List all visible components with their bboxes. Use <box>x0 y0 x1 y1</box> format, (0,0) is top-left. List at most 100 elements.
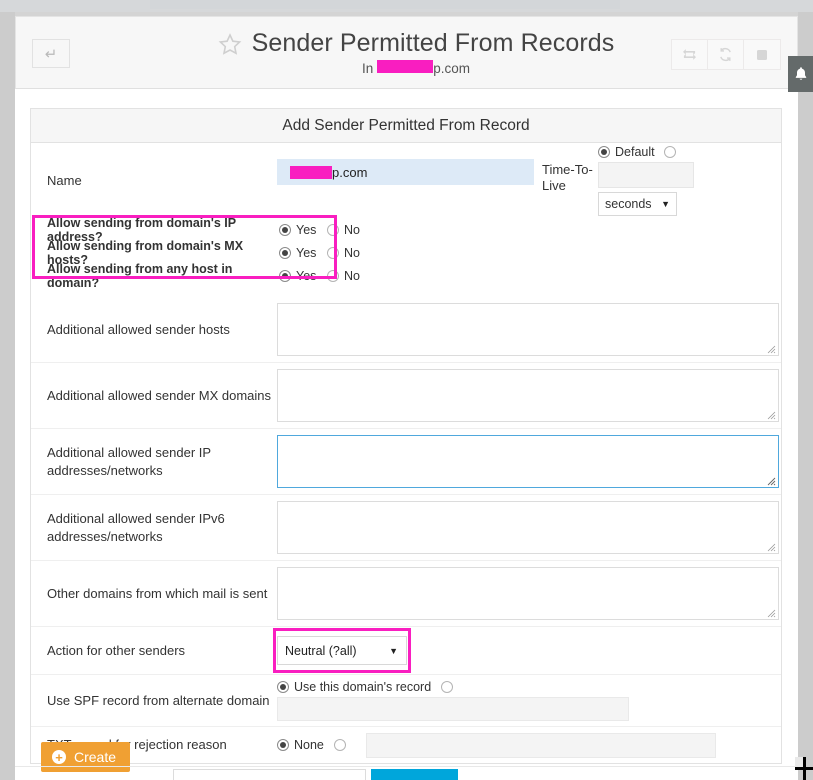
additional-ip-row: Additional allowed sender IP addresses/n… <box>31 429 781 495</box>
additional-hosts-textarea[interactable] <box>277 303 779 356</box>
header-button-group <box>671 39 781 70</box>
notifications-tab[interactable] <box>788 56 813 92</box>
spf-use-this-label: Use this domain's record <box>294 680 431 694</box>
additional-mx-label: Additional allowed sender MX domains <box>31 387 277 405</box>
ttl-value-input[interactable] <box>598 162 694 188</box>
bell-icon <box>794 66 808 82</box>
resize-grip-icon <box>767 477 776 486</box>
allow-ip-no[interactable]: No <box>327 223 374 237</box>
action-row: Action for other senders Neutral (?all) … <box>31 627 781 675</box>
page-gutter-right <box>798 12 813 780</box>
allow-mx-yes-label: Yes <box>296 246 316 260</box>
additional-mx-textarea[interactable] <box>277 369 779 422</box>
txt-none-radio[interactable] <box>277 739 289 751</box>
additional-ipv6-label: Additional allowed sender IPv6 addresses… <box>31 510 277 545</box>
page-subtitle: In p.com <box>166 60 666 76</box>
bottom-primary-button[interactable] <box>371 769 458 780</box>
chevron-down-icon: ▼ <box>661 199 670 209</box>
allow-ip-yes-label: Yes <box>296 223 316 237</box>
allow-mx-no[interactable]: No <box>327 246 374 260</box>
ttl-default-radio[interactable] <box>598 146 610 158</box>
add-record-panel: Add Sender Permitted From Record Name p.… <box>30 108 782 764</box>
name-input[interactable]: p.com <box>277 159 534 185</box>
mouse-cursor <box>795 757 813 780</box>
name-input-value: p.com <box>332 165 367 180</box>
spf-alternate-row: Use SPF record from alternate domain Use… <box>31 675 781 727</box>
spf-alternate-radio[interactable] <box>441 681 453 693</box>
plus-circle-icon: + <box>52 750 66 764</box>
other-domains-textarea[interactable] <box>277 567 779 620</box>
allow-any-host-no[interactable]: No <box>327 269 374 283</box>
back-arrow-icon: ↵ <box>45 45 58 63</box>
txt-record-input[interactable] <box>366 733 716 758</box>
chevron-down-icon: ▼ <box>389 646 398 656</box>
name-label: Name <box>31 172 277 190</box>
spf-use-this-radio[interactable] <box>277 681 289 693</box>
ttl-unit-select[interactable]: seconds ▼ <box>598 192 677 216</box>
allow-mx-no-radio[interactable] <box>327 247 339 259</box>
additional-ipv6-textarea[interactable] <box>277 501 779 554</box>
ttl-default-label: Default <box>615 145 655 159</box>
other-domains-label: Other domains from which mail is sent <box>31 585 277 603</box>
redacted-domain-block <box>377 60 433 73</box>
ttl-custom-radio[interactable] <box>664 146 676 158</box>
top-browser-strip <box>0 0 813 12</box>
create-button-label: Create <box>74 749 116 765</box>
page-header: ↵ Sender Permitted From Records In p.com <box>15 16 798 89</box>
additional-hosts-label: Additional allowed sender hosts <box>31 321 277 339</box>
allow-any-host-row: Allow sending from any host in domain? Y… <box>31 264 781 287</box>
allow-any-host-no-radio[interactable] <box>327 270 339 282</box>
txt-radio-group: None <box>277 738 346 752</box>
action-select[interactable]: Neutral (?all) ▼ <box>277 636 407 665</box>
top-strip-inner <box>150 0 620 9</box>
page-title: Sender Permitted From Records <box>252 29 615 58</box>
refresh-icon <box>718 47 733 62</box>
action-label: Action for other senders <box>31 642 277 660</box>
create-button[interactable]: + Create <box>41 742 130 772</box>
refresh-button[interactable] <box>708 40 744 69</box>
allow-any-host-yes-radio[interactable] <box>279 270 291 282</box>
allow-any-host-label: Allow sending from any host in domain? <box>31 262 279 290</box>
allow-ip-yes[interactable]: Yes <box>279 223 326 237</box>
page-title-block: Sender Permitted From Records In p.com <box>166 29 666 76</box>
additional-ip-textarea[interactable] <box>277 435 779 488</box>
additional-ip-label: Additional allowed sender IP addresses/n… <box>31 444 277 479</box>
txt-custom-radio[interactable] <box>334 739 346 751</box>
txt-record-row: TXT record for rejection reason None <box>31 727 781 763</box>
allow-any-host-yes[interactable]: Yes <box>279 269 326 283</box>
allow-mx-yes-radio[interactable] <box>279 247 291 259</box>
allow-ip-yes-radio[interactable] <box>279 224 291 236</box>
page-gutter-left <box>0 12 15 780</box>
redacted-name-block <box>290 166 332 179</box>
page-content: Add Sender Permitted From Record Name p.… <box>15 89 798 780</box>
subtitle-prefix: In <box>362 61 373 76</box>
additional-ipv6-row: Additional allowed sender IPv6 addresses… <box>31 495 781 561</box>
clone-record-button[interactable] <box>672 40 708 69</box>
spf-alternate-input[interactable] <box>277 697 629 721</box>
star-icon[interactable] <box>218 32 242 56</box>
resize-grip-icon <box>767 609 776 618</box>
allow-mx-yes[interactable]: Yes <box>279 246 326 260</box>
allow-ip-no-radio[interactable] <box>327 224 339 236</box>
subtitle-domain: p.com <box>433 61 470 76</box>
panel-title: Add Sender Permitted From Record <box>31 109 781 143</box>
resize-grip-icon <box>767 543 776 552</box>
back-button[interactable]: ↵ <box>32 39 70 68</box>
allow-mx-no-label: No <box>344 246 360 260</box>
spf-radio-group: Use this domain's record <box>277 680 781 694</box>
panel-body: Name p.com Time-To-Live Default <box>31 143 781 763</box>
spf-alternate-label: Use SPF record from alternate domain <box>31 692 277 710</box>
txt-none-label: None <box>294 738 324 752</box>
additional-mx-row: Additional allowed sender MX domains <box>31 363 781 429</box>
ttl-unit-value: seconds <box>605 197 652 211</box>
ttl-label: Time-To-Live <box>542 162 594 195</box>
name-row: Name p.com Time-To-Live Default <box>31 143 781 218</box>
other-domains-row: Other domains from which mail is sent <box>31 561 781 627</box>
resize-grip-icon <box>767 411 776 420</box>
stop-button[interactable] <box>744 40 780 69</box>
allow-sending-group: Allow sending from domain's IP address? … <box>31 218 781 297</box>
ttl-radio-group: Default <box>598 145 694 159</box>
additional-hosts-row: Additional allowed sender hosts <box>31 297 781 363</box>
action-select-value: Neutral (?all) <box>285 644 357 658</box>
bottom-search-input[interactable] <box>173 769 366 780</box>
